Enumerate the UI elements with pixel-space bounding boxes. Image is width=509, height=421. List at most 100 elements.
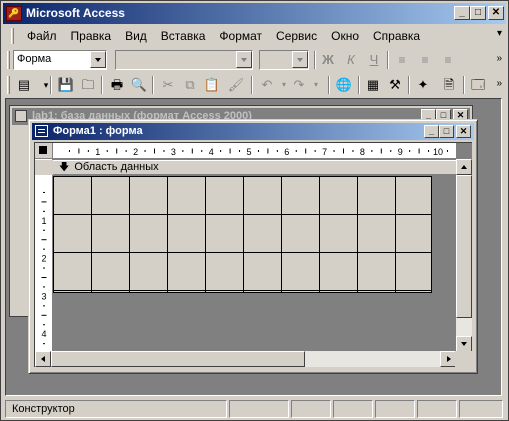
menu-view[interactable]: Вид [118,29,154,43]
status-mode: Конструктор [5,400,227,418]
horizontal-scroll-thumb[interactable] [51,351,305,367]
copy-icon[interactable]: ⧉ [179,75,201,95]
ruler-label: 5 [246,147,251,157]
object-combo-value: Форма [17,53,52,65]
print-preview-icon[interactable]: 🔍 [128,75,150,95]
menu-insert[interactable]: Вставка [154,29,213,43]
toolbar-separator [408,76,410,94]
vertical-scroll-thumb[interactable] [456,175,472,318]
font-name-combo[interactable] [115,50,253,70]
form-design-toolbar: ▤ ▾ 💾 🗀 🖶 🔍 ✂ ⧉ 📋 🖌 ↶ ▾ ↷ ▾ 🌐 ▦ ⚒ ✦ 🗎 🗔 … [3,72,506,98]
ruler-label: 1 [95,147,100,157]
align-left-icon[interactable]: ≡ [391,50,413,70]
toolbar-separator [463,76,465,94]
ruler-label: 2 [133,147,138,157]
toolbar-separator [50,76,52,94]
underline-button[interactable]: Ч [363,50,385,70]
code-icon[interactable]: 🗎 [438,75,460,95]
mdi-client-area: lab1: база данных (формат Access 2000) _… [5,98,502,396]
ruler-label: 8 [360,147,365,157]
properties-icon[interactable]: 🗔 [467,75,489,95]
toolbar-separator [328,76,330,94]
toolbar-grip[interactable] [7,51,10,69]
view-dropdown-icon[interactable]: ▾ [35,75,57,95]
toolbox-icon[interactable]: ⚒ [384,75,406,95]
menu-help[interactable]: Справка [366,29,427,43]
bold-button[interactable]: Ж [317,50,339,70]
form-selector[interactable] [35,143,53,159]
format-painter-icon[interactable]: 🖌 [225,75,247,95]
menu-edit[interactable]: Правка [64,29,119,43]
menu-tools[interactable]: Сервис [269,29,324,43]
status-pane [417,400,457,418]
size-grip [455,351,472,367]
formatting-toolbar: Форма Ж К Ч ≡ ≡ ≡ » [3,47,506,73]
access-app-window: 🔑 Microsoft Access _ □ ✕ Файл Правка Вид… [0,0,509,421]
ruler-label: 2 [41,254,46,264]
form-minimize-button[interactable]: _ [424,125,439,138]
redo-dropdown-icon[interactable]: ▾ [305,75,327,95]
toolbar-overflow-icon[interactable]: » [496,78,502,89]
form-maximize-button[interactable]: □ [439,125,454,138]
form-close-button[interactable]: ✕ [456,125,471,138]
app-titlebar[interactable]: 🔑 Microsoft Access _ □ ✕ [3,3,506,24]
paste-icon[interactable]: 📋 [201,75,223,95]
ruler-label: 4 [209,147,214,157]
cut-icon[interactable]: ✂ [157,75,179,95]
detail-section-header[interactable]: 🡇 Область данных [53,160,456,175]
ruler-label: 9 [398,147,403,157]
scroll-down-button[interactable] [456,336,472,352]
font-size-dropdown[interactable] [292,51,308,68]
font-name-dropdown[interactable] [236,51,252,68]
hyperlink-icon[interactable]: 🌐 [333,75,355,95]
status-pane [229,400,289,418]
form-window-titlebar[interactable]: Форма1 : форма _ □ ✕ [32,123,474,140]
section-arrow-icon: 🡇 [59,162,70,173]
vertical-ruler-marks: 1 2 3 4 [41,191,47,345]
scroll-right-button[interactable] [440,351,456,367]
status-pane [375,400,415,418]
toolbar-grip[interactable] [7,76,10,94]
database-icon [15,110,27,122]
vertical-ruler[interactable]: 1 2 3 4 [35,159,53,352]
form-window-title: Форма1 : форма [53,125,143,137]
menu-file[interactable]: Файл [20,29,64,43]
field-list-icon[interactable]: ▦ [362,75,384,95]
font-size-combo[interactable] [259,50,309,70]
app-title: Microsoft Access [26,6,125,20]
ruler-label: 10 [433,147,443,157]
ruler-label: 3 [41,291,46,301]
align-right-icon[interactable]: ≡ [437,50,459,70]
close-button[interactable]: ✕ [488,6,504,20]
scroll-up-button[interactable] [456,159,472,175]
menu-bar: Файл Правка Вид Вставка Формат Сервис Ок… [3,26,506,46]
object-combo[interactable]: Форма [13,50,107,70]
print-icon[interactable]: 🖶 [106,75,128,95]
object-combo-dropdown[interactable] [90,51,106,68]
menubar-grip[interactable] [11,28,14,44]
align-center-icon[interactable]: ≡ [414,50,436,70]
toolbar-separator [251,76,253,94]
ruler-label: 3 [171,147,176,157]
menu-window[interactable]: Окно [324,29,366,43]
maximize-button[interactable]: □ [470,6,486,20]
form-icon [35,125,48,137]
detail-section-grid[interactable] [53,176,432,293]
horizontal-ruler[interactable]: 1 2 3 4 5 6 7 8 9 10 [53,143,456,159]
italic-button[interactable]: К [340,50,362,70]
scroll-left-button[interactable] [35,351,51,367]
menu-format[interactable]: Формат [212,29,269,43]
section-selector[interactable] [35,160,53,175]
autoformat-icon[interactable]: ✦ [412,75,434,95]
menubar-overflow-icon[interactable]: ▾ [497,28,502,39]
minimize-button[interactable]: _ [454,6,470,20]
horizontal-scrollbar[interactable] [35,351,456,367]
vertical-scrollbar[interactable] [456,159,472,352]
file-search-icon[interactable]: 🗀 [77,75,99,95]
ruler-label: 4 [41,329,46,339]
toolbar-overflow-icon[interactable]: » [496,53,502,64]
view-icon[interactable]: ▤ [13,75,35,95]
form-design-window[interactable]: Форма1 : форма _ □ ✕ 1 2 3 4 5 6 7 8 9 10 1 2 3 4 🡇 [28,119,478,374]
access-key-icon: 🔑 [6,6,22,21]
save-icon[interactable]: 💾 [55,75,77,95]
